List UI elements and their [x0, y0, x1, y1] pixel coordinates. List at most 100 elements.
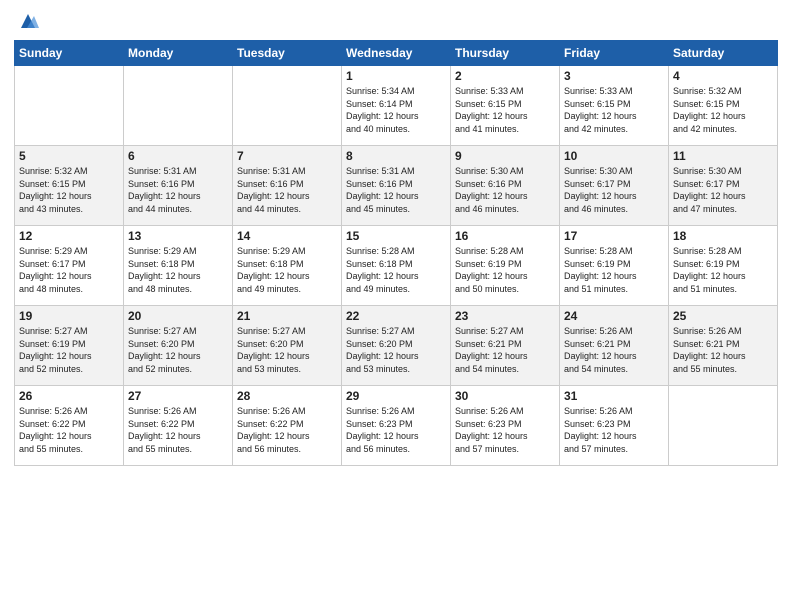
day-number: 22: [346, 309, 446, 323]
calendar-week-4: 19Sunrise: 5:27 AM Sunset: 6:19 PM Dayli…: [15, 306, 778, 386]
page-container: SundayMondayTuesdayWednesdayThursdayFrid…: [0, 0, 792, 476]
calendar-week-2: 5 Sunrise: 5:32 AM Sunset: 6:15 PM Daylig…: [15, 146, 778, 226]
day-number: 23: [455, 309, 555, 323]
day-info: Sunrise: 5:33 AM Sunset: 6:15 PM Dayligh…: [455, 85, 555, 135]
calendar-cell: 9 Sunrise: 5:30 AM Sunset: 6:16 PM Daylig…: [451, 146, 560, 226]
calendar-cell: 7 Sunrise: 5:31 AM Sunset: 6:16 PM Daylig…: [233, 146, 342, 226]
day-number: 5: [19, 149, 119, 163]
day-info: Sunrise: 5:29 AM Sunset: 6:18 PM Dayligh…: [128, 245, 228, 295]
calendar-cell: 16 Sunrise: 5:28 AM Sunset: 6:19 PM Dayli…: [451, 226, 560, 306]
day-number: 11: [673, 149, 773, 163]
day-number: 20: [128, 309, 228, 323]
calendar-cell: [15, 66, 124, 146]
logo: [14, 10, 39, 32]
day-info: Sunrise: 5:28 AM Sunset: 6:18 PM Dayligh…: [346, 245, 446, 295]
day-number: 10: [564, 149, 664, 163]
calendar-cell: 19Sunrise: 5:27 AM Sunset: 6:19 PM Dayli…: [15, 306, 124, 386]
day-number: 17: [564, 229, 664, 243]
day-number: 12: [19, 229, 119, 243]
calendar-cell: 11 Sunrise: 5:30 AM Sunset: 6:17 PM Dayli…: [669, 146, 778, 226]
day-number: 27: [128, 389, 228, 403]
day-number: 14: [237, 229, 337, 243]
day-info: Sunrise: 5:31 AM Sunset: 6:16 PM Dayligh…: [128, 165, 228, 215]
day-info: Sunrise: 5:26 AM Sunset: 6:22 PM Dayligh…: [128, 405, 228, 455]
day-number: 6: [128, 149, 228, 163]
calendar-cell: 21 Sunrise: 5:27 AM Sunset: 6:20 PM Dayli…: [233, 306, 342, 386]
calendar-cell: 23 Sunrise: 5:27 AM Sunset: 6:21 PM Dayli…: [451, 306, 560, 386]
day-info: Sunrise: 5:32 AM Sunset: 6:15 PM Dayligh…: [19, 165, 119, 215]
day-info: Sunrise: 5:27 AM Sunset: 6:20 PM Dayligh…: [346, 325, 446, 375]
calendar-week-3: 12Sunrise: 5:29 AM Sunset: 6:17 PM Dayli…: [15, 226, 778, 306]
day-number: 24: [564, 309, 664, 323]
calendar-cell: 18 Sunrise: 5:28 AM Sunset: 6:19 PM Dayli…: [669, 226, 778, 306]
weekday-header-saturday: Saturday: [669, 41, 778, 66]
day-info: Sunrise: 5:30 AM Sunset: 6:16 PM Dayligh…: [455, 165, 555, 215]
calendar-week-1: 1 Sunrise: 5:34 AM Sunset: 6:14 PM Daylig…: [15, 66, 778, 146]
calendar-week-5: 26Sunrise: 5:26 AM Sunset: 6:22 PM Dayli…: [15, 386, 778, 466]
day-number: 8: [346, 149, 446, 163]
day-info: Sunrise: 5:30 AM Sunset: 6:17 PM Dayligh…: [673, 165, 773, 215]
day-number: 4: [673, 69, 773, 83]
day-info: Sunrise: 5:34 AM Sunset: 6:14 PM Dayligh…: [346, 85, 446, 135]
day-number: 7: [237, 149, 337, 163]
calendar-cell: 6 Sunrise: 5:31 AM Sunset: 6:16 PM Daylig…: [124, 146, 233, 226]
weekday-header-tuesday: Tuesday: [233, 41, 342, 66]
calendar-cell: 15 Sunrise: 5:28 AM Sunset: 6:18 PM Dayli…: [342, 226, 451, 306]
day-info: Sunrise: 5:31 AM Sunset: 6:16 PM Dayligh…: [346, 165, 446, 215]
day-info: Sunrise: 5:26 AM Sunset: 6:22 PM Dayligh…: [19, 405, 119, 455]
day-info: Sunrise: 5:31 AM Sunset: 6:16 PM Dayligh…: [237, 165, 337, 215]
calendar-cell: 12Sunrise: 5:29 AM Sunset: 6:17 PM Dayli…: [15, 226, 124, 306]
calendar-cell: 5 Sunrise: 5:32 AM Sunset: 6:15 PM Daylig…: [15, 146, 124, 226]
day-number: 13: [128, 229, 228, 243]
day-number: 31: [564, 389, 664, 403]
day-info: Sunrise: 5:33 AM Sunset: 6:15 PM Dayligh…: [564, 85, 664, 135]
calendar-cell: 4Sunrise: 5:32 AM Sunset: 6:15 PM Daylig…: [669, 66, 778, 146]
day-number: 1: [346, 69, 446, 83]
day-info: Sunrise: 5:27 AM Sunset: 6:20 PM Dayligh…: [237, 325, 337, 375]
day-info: Sunrise: 5:29 AM Sunset: 6:18 PM Dayligh…: [237, 245, 337, 295]
day-number: 3: [564, 69, 664, 83]
calendar-cell: 25Sunrise: 5:26 AM Sunset: 6:21 PM Dayli…: [669, 306, 778, 386]
day-number: 16: [455, 229, 555, 243]
day-info: Sunrise: 5:28 AM Sunset: 6:19 PM Dayligh…: [455, 245, 555, 295]
day-info: Sunrise: 5:28 AM Sunset: 6:19 PM Dayligh…: [564, 245, 664, 295]
day-number: 9: [455, 149, 555, 163]
day-number: 15: [346, 229, 446, 243]
calendar-cell: 28 Sunrise: 5:26 AM Sunset: 6:22 PM Dayli…: [233, 386, 342, 466]
day-info: Sunrise: 5:26 AM Sunset: 6:22 PM Dayligh…: [237, 405, 337, 455]
day-number: 21: [237, 309, 337, 323]
calendar-cell: 8 Sunrise: 5:31 AM Sunset: 6:16 PM Daylig…: [342, 146, 451, 226]
weekday-header-row: SundayMondayTuesdayWednesdayThursdayFrid…: [15, 41, 778, 66]
calendar-cell: 27 Sunrise: 5:26 AM Sunset: 6:22 PM Dayli…: [124, 386, 233, 466]
calendar-cell: [124, 66, 233, 146]
weekday-header-wednesday: Wednesday: [342, 41, 451, 66]
calendar-cell: 26Sunrise: 5:26 AM Sunset: 6:22 PM Dayli…: [15, 386, 124, 466]
calendar-table: SundayMondayTuesdayWednesdayThursdayFrid…: [14, 40, 778, 466]
day-info: Sunrise: 5:27 AM Sunset: 6:20 PM Dayligh…: [128, 325, 228, 375]
calendar-cell: 17 Sunrise: 5:28 AM Sunset: 6:19 PM Dayli…: [560, 226, 669, 306]
calendar-cell: 20 Sunrise: 5:27 AM Sunset: 6:20 PM Dayli…: [124, 306, 233, 386]
calendar-cell: [669, 386, 778, 466]
day-info: Sunrise: 5:28 AM Sunset: 6:19 PM Dayligh…: [673, 245, 773, 295]
day-number: 28: [237, 389, 337, 403]
calendar-cell: 22 Sunrise: 5:27 AM Sunset: 6:20 PM Dayli…: [342, 306, 451, 386]
calendar-cell: 13 Sunrise: 5:29 AM Sunset: 6:18 PM Dayli…: [124, 226, 233, 306]
calendar-cell: [233, 66, 342, 146]
day-info: Sunrise: 5:30 AM Sunset: 6:17 PM Dayligh…: [564, 165, 664, 215]
day-info: Sunrise: 5:26 AM Sunset: 6:21 PM Dayligh…: [673, 325, 773, 375]
weekday-header-friday: Friday: [560, 41, 669, 66]
calendar-cell: 14 Sunrise: 5:29 AM Sunset: 6:18 PM Dayli…: [233, 226, 342, 306]
day-info: Sunrise: 5:26 AM Sunset: 6:23 PM Dayligh…: [564, 405, 664, 455]
page-header: [14, 10, 778, 32]
day-info: Sunrise: 5:26 AM Sunset: 6:23 PM Dayligh…: [346, 405, 446, 455]
day-info: Sunrise: 5:26 AM Sunset: 6:21 PM Dayligh…: [564, 325, 664, 375]
day-info: Sunrise: 5:27 AM Sunset: 6:19 PM Dayligh…: [19, 325, 119, 375]
weekday-header-thursday: Thursday: [451, 41, 560, 66]
day-number: 18: [673, 229, 773, 243]
day-info: Sunrise: 5:26 AM Sunset: 6:23 PM Dayligh…: [455, 405, 555, 455]
day-info: Sunrise: 5:27 AM Sunset: 6:21 PM Dayligh…: [455, 325, 555, 375]
calendar-cell: 24 Sunrise: 5:26 AM Sunset: 6:21 PM Dayli…: [560, 306, 669, 386]
weekday-header-monday: Monday: [124, 41, 233, 66]
calendar-cell: 30Sunrise: 5:26 AM Sunset: 6:23 PM Dayli…: [451, 386, 560, 466]
calendar-cell: 3 Sunrise: 5:33 AM Sunset: 6:15 PM Daylig…: [560, 66, 669, 146]
